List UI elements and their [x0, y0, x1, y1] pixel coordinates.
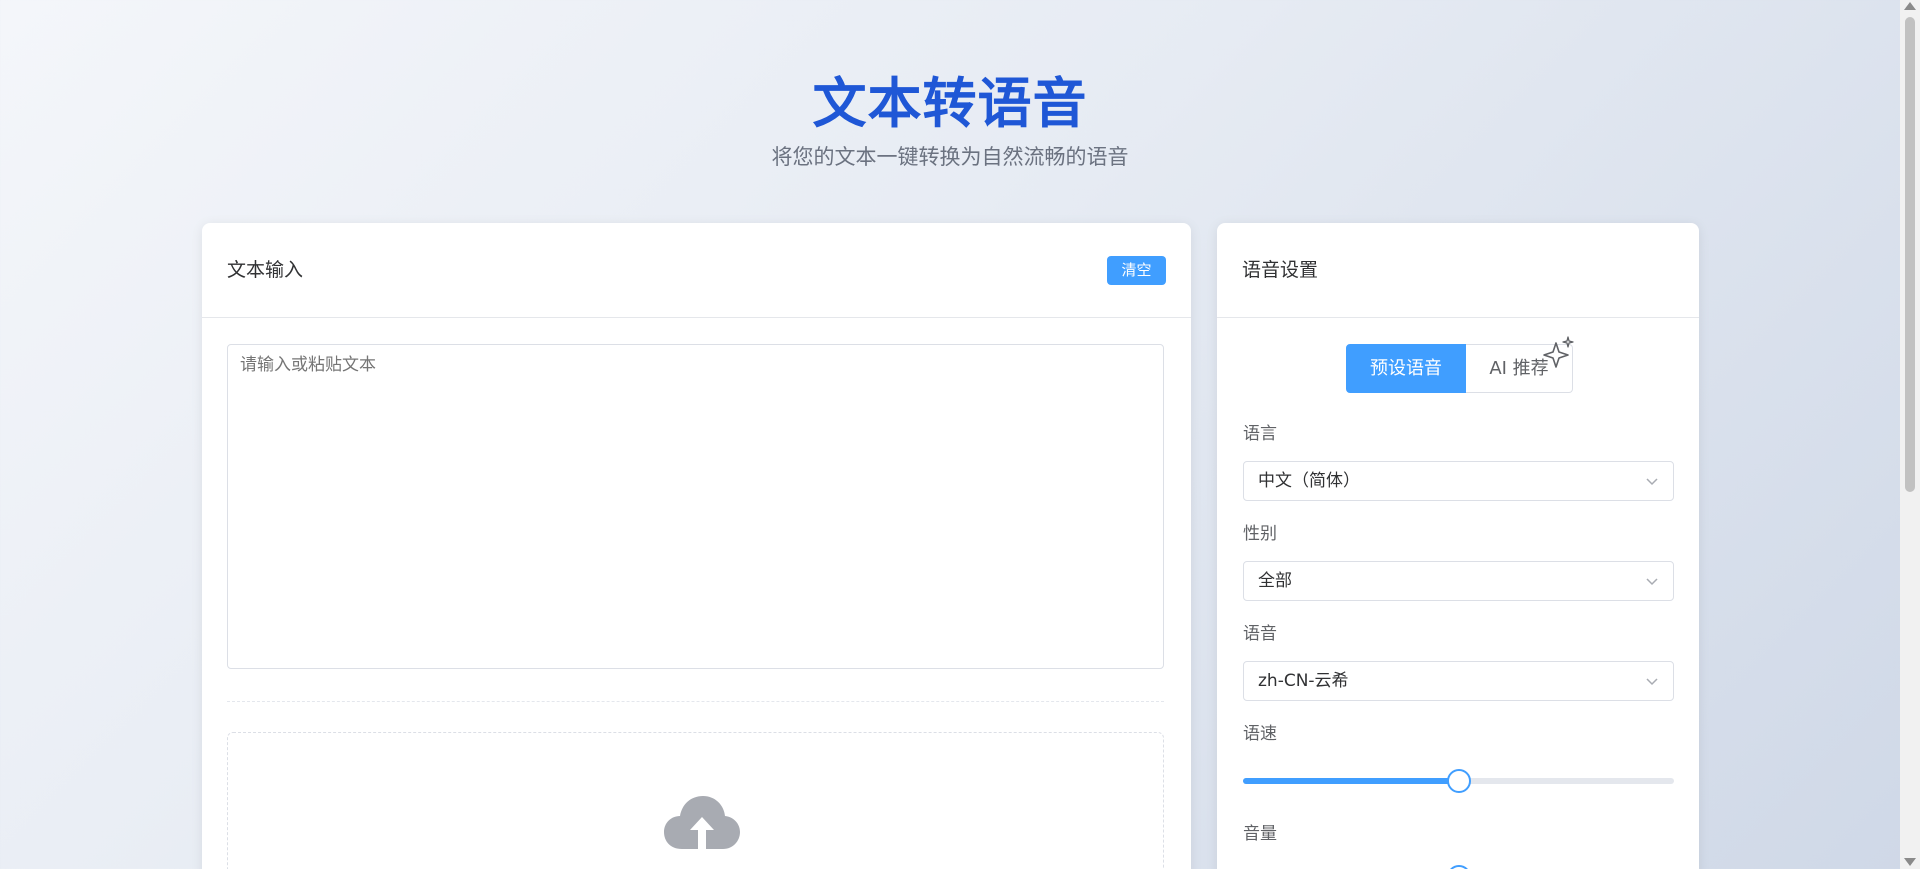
- rate-slider[interactable]: [1243, 769, 1674, 793]
- language-select-value: 中文（简体）: [1258, 471, 1360, 491]
- voice-label: 语音: [1243, 624, 1277, 644]
- sparkle-icon: [1543, 336, 1574, 368]
- gender-label: 性别: [1243, 524, 1277, 544]
- rate-slider-handle[interactable]: [1446, 769, 1471, 793]
- scrollbar-thumb[interactable]: [1905, 17, 1915, 492]
- text-input-field[interactable]: [227, 344, 1164, 669]
- chevron-down-icon: [1646, 578, 1658, 586]
- tab-ai-recommend[interactable]: AI 推荐: [1466, 336, 1574, 393]
- text-input-card: 文本输入 清空: [202, 223, 1191, 869]
- rate-slider-fill: [1243, 778, 1459, 784]
- voice-settings-card-header: 语音设置: [1217, 223, 1699, 318]
- chevron-down-icon: [1646, 678, 1658, 686]
- page-scrollbar[interactable]: [1900, 0, 1920, 869]
- page-title: 文本转语音: [812, 72, 1088, 135]
- voice-settings-title: 语音设置: [1242, 259, 1319, 281]
- scroll-down-arrow-icon[interactable]: [1904, 858, 1916, 866]
- volume-slider-handle[interactable]: [1446, 865, 1471, 869]
- scroll-up-arrow-icon[interactable]: [1904, 2, 1916, 10]
- voice-mode-switch: 预设语音 AI 推荐: [1346, 336, 1574, 393]
- divider: [227, 701, 1164, 702]
- file-upload-dropzone[interactable]: [227, 732, 1164, 869]
- text-input-card-header: 文本输入 清空: [202, 223, 1191, 318]
- text-input-title: 文本输入: [227, 259, 304, 281]
- page-subtitle: 将您的文本一键转换为自然流畅的语音: [771, 145, 1129, 169]
- volume-slider[interactable]: [1243, 865, 1674, 869]
- clear-button[interactable]: 清空: [1107, 256, 1166, 285]
- tab-ai-recommend-label: AI 推荐: [1489, 358, 1549, 379]
- rate-label: 语速: [1243, 724, 1277, 744]
- voice-select[interactable]: zh-CN-云希: [1243, 661, 1674, 701]
- gender-select[interactable]: 全部: [1243, 561, 1674, 601]
- tab-preset-voice[interactable]: 预设语音: [1346, 344, 1466, 393]
- voice-select-value: zh-CN-云希: [1258, 671, 1349, 691]
- cloud-upload-icon: [664, 796, 740, 849]
- voice-settings-card: 语音设置 预设语音 AI 推荐 语言 中文（简体） 性别 全部 语音 zh-CN…: [1217, 223, 1699, 869]
- chevron-down-icon: [1646, 478, 1658, 486]
- volume-label: 音量: [1243, 824, 1277, 844]
- page: 文本转语音 将您的文本一键转换为自然流畅的语音 文本输入 清空 语音设置 预设语…: [0, 0, 1900, 869]
- language-select[interactable]: 中文（简体）: [1243, 461, 1674, 501]
- language-label: 语言: [1243, 424, 1277, 444]
- gender-select-value: 全部: [1258, 571, 1292, 591]
